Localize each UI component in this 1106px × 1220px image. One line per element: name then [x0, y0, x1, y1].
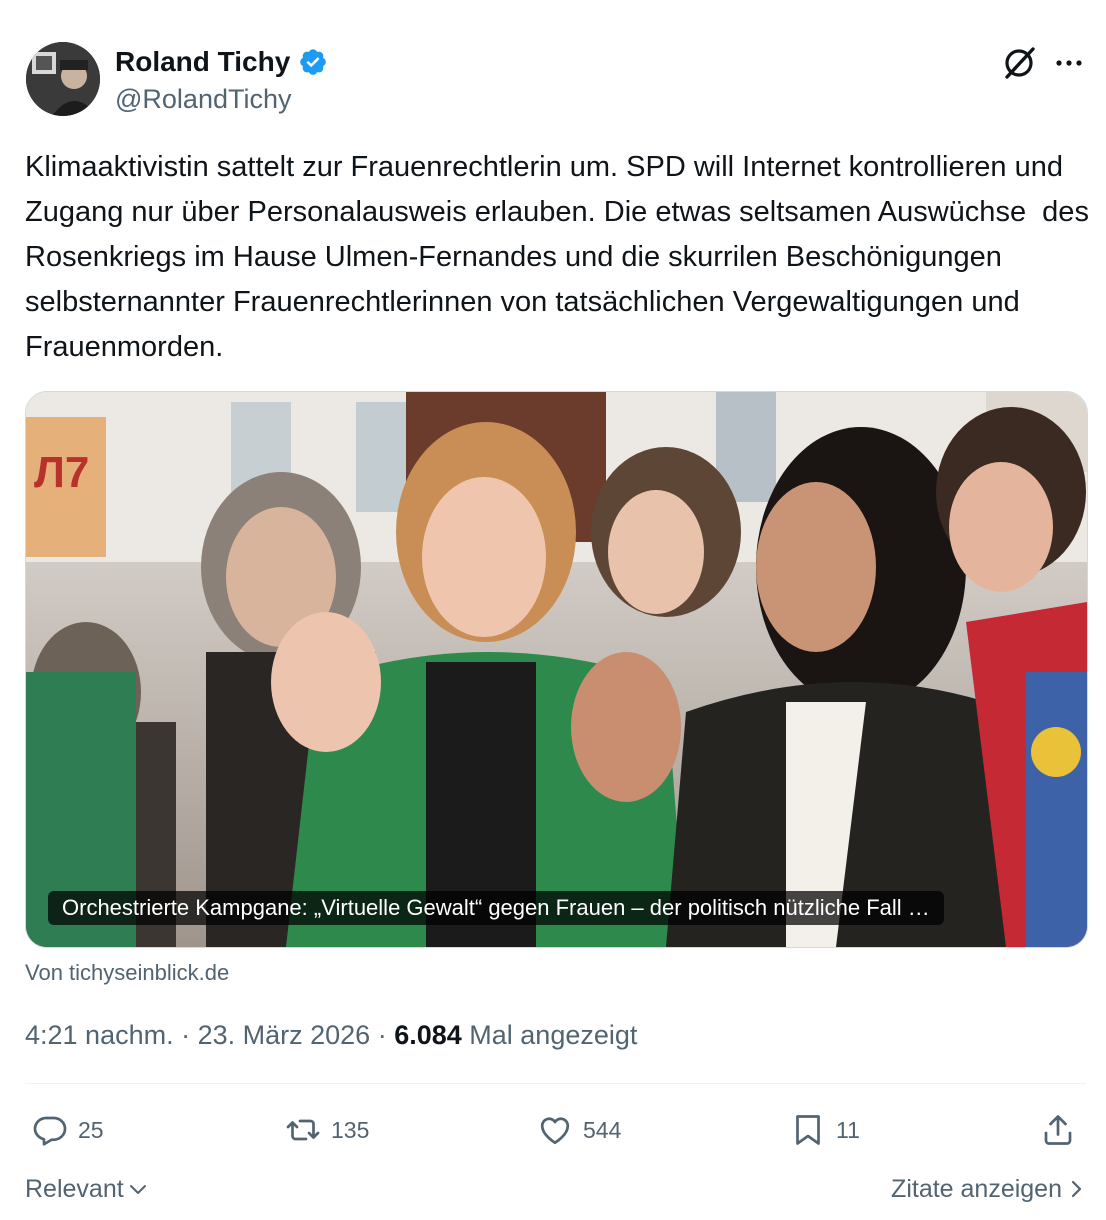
like-button[interactable]: 544: [537, 1108, 621, 1152]
retweet-icon: [286, 1119, 320, 1141]
divider: [25, 1083, 1086, 1084]
share-icon: [1044, 1115, 1072, 1145]
reply-button[interactable]: 25: [32, 1108, 104, 1152]
quotes-label: Zitate anzeigen: [891, 1175, 1062, 1203]
retweet-button[interactable]: 135: [285, 1108, 369, 1152]
bookmark-count: 11: [836, 1116, 860, 1143]
avatar[interactable]: [26, 42, 100, 116]
more-icon[interactable]: [1052, 46, 1086, 80]
chevron-down-icon: [129, 1185, 146, 1194]
link-card[interactable]: Л7 Orchestrierte Kampgane: „Virtuelle Ge…: [25, 391, 1088, 948]
author-name[interactable]: Roland Tichy: [115, 44, 290, 80]
bookmark-button[interactable]: 11: [790, 1108, 860, 1152]
reply-count: 25: [78, 1116, 104, 1143]
like-icon: [540, 1117, 570, 1145]
view-quotes-link[interactable]: Zitate anzeigen: [891, 1172, 1084, 1206]
sort-label: Relevant: [25, 1175, 124, 1203]
card-source[interactable]: Von tichyseinblick.de: [25, 958, 229, 988]
tweet-time[interactable]: 4:21 nachm.: [25, 1020, 174, 1050]
view-label: Mal angezeigt: [461, 1020, 638, 1050]
avatar-image: [26, 42, 100, 116]
verified-badge-icon: [300, 49, 327, 75]
author-name-row[interactable]: Roland Tichy: [115, 44, 328, 80]
sort-dropdown[interactable]: Relevant: [25, 1172, 148, 1206]
tweet-date[interactable]: 23. März 2026: [198, 1020, 371, 1050]
view-count: 6.084: [394, 1020, 462, 1050]
card-caption: Orchestrierte Kampgane: „Virtuelle Gewal…: [48, 891, 944, 925]
share-button[interactable]: [1040, 1108, 1076, 1152]
meta-separator: ·: [173, 1020, 198, 1050]
author-handle[interactable]: @RolandTichy: [115, 82, 291, 116]
chevron-right-icon: [1071, 1180, 1082, 1198]
svg-text:Л7: Л7: [34, 448, 89, 497]
like-count: 544: [583, 1116, 622, 1143]
tweet-meta: 4:21 nachm. · 23. März 2026 · 6.084 Mal …: [25, 1018, 637, 1052]
bookmark-icon: [796, 1115, 820, 1145]
reply-icon: [33, 1116, 67, 1146]
tweet-text: Klimaaktivistin sattelt zur Frauenrechtl…: [25, 151, 1097, 363]
retweet-count: 135: [331, 1116, 370, 1143]
meta-separator: ·: [370, 1020, 395, 1050]
grok-icon[interactable]: [1000, 44, 1038, 82]
card-image: Л7: [26, 392, 1087, 947]
